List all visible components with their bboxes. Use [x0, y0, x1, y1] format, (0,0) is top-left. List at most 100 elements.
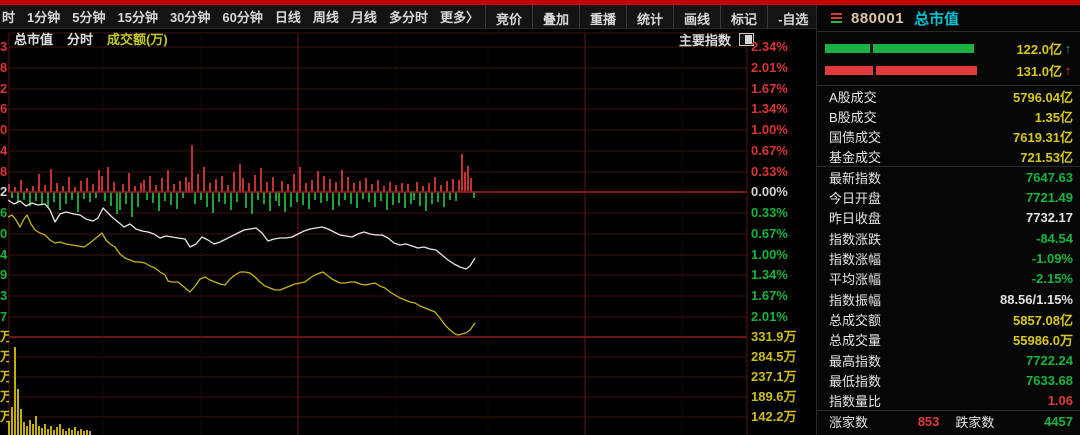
- y-axis-percent-label: 0.00%: [751, 184, 813, 200]
- stat-value: 55986.0万: [1013, 330, 1073, 349]
- y-axis-left-clipped-label: 0: [0, 226, 9, 242]
- period-tab-4[interactable]: 30分钟: [164, 7, 216, 26]
- stat-row-6: 昨日收盘 7732.17: [817, 208, 1080, 228]
- money-flow-row-1: 131.0亿↑: [825, 59, 1074, 81]
- stat-label: 指数量比: [829, 391, 881, 410]
- period-tab-1[interactable]: 1分钟: [21, 7, 66, 26]
- y-axis-percent-label: 2.01%: [751, 309, 813, 325]
- y-axis-volume-label: 284.5万: [751, 349, 813, 365]
- stat-label: 最低指数: [829, 371, 881, 390]
- y-axis-left-clipped-label: 2: [0, 184, 9, 200]
- stat-label: 指数涨幅: [829, 249, 881, 268]
- y-axis-left-clipped-label: 3: [0, 288, 9, 304]
- stat-label: 指数涨跌: [829, 229, 881, 248]
- stat-value: -84.54: [1036, 231, 1073, 246]
- panel-header[interactable]: 880001 总市值: [817, 5, 1080, 32]
- y-axis-left-clipped-label: 7: [0, 309, 9, 325]
- tool-button-0[interactable]: 竞价: [486, 5, 533, 29]
- stat-row-9: 平均涨幅-2.15%: [817, 269, 1080, 289]
- chart-tab-2[interactable]: 成交额(万): [107, 29, 168, 48]
- period-tab-0[interactable]: 时: [0, 7, 21, 26]
- stat-label: A股成交: [829, 87, 877, 106]
- tool-button-6[interactable]: -自选: [768, 5, 819, 29]
- stat-label: 基金成交: [829, 147, 881, 166]
- chart-tab-1[interactable]: 分时: [67, 29, 93, 48]
- y-axis-left-clipped-label: 3: [0, 39, 9, 55]
- y-axis-percent-label: 2.01%: [751, 60, 813, 76]
- index-info-panel: 880001 总市值 122.0亿↑131.0亿↑ A股成交5796.04亿B股…: [816, 5, 1080, 435]
- y-axis-left-clipped-label: 0: [0, 122, 9, 138]
- outflow-bar: [825, 66, 977, 75]
- stat-row-11: 总成交额5857.08亿: [817, 309, 1080, 329]
- y-axis-left-clipped-volume-label: 万: [0, 349, 9, 365]
- tool-button-2[interactable]: 重播: [580, 5, 627, 29]
- stat-label: 国债成交: [829, 127, 881, 146]
- app-window: 时1分钟5分钟15分钟30分钟60分钟日线周线月线多分时更多〉 竞价叠加重播统计…: [0, 0, 1080, 435]
- money-flow-value: 122.0亿: [1016, 39, 1062, 58]
- stat-label: 指数振幅: [829, 290, 881, 309]
- main-indices-label: 主要指数: [679, 30, 731, 49]
- y-axis-volume-label: 189.6万: [751, 389, 813, 405]
- period-tab-2[interactable]: 5分钟: [66, 7, 111, 26]
- stat-row-15: 指数量比1.06: [817, 390, 1080, 410]
- stat-row-7: 指数涨跌 -84.54: [817, 228, 1080, 248]
- stat-row-8: 指数涨幅-1.09%: [817, 248, 1080, 268]
- stat-label: 最新指数: [829, 168, 881, 187]
- money-flow-value: 131.0亿: [1016, 61, 1062, 80]
- y-axis-percent-label: 1.34%: [751, 101, 813, 117]
- y-axis-percent-label: 1.67%: [751, 81, 813, 97]
- tool-button-4[interactable]: 画线: [674, 5, 721, 29]
- stat-value: 1.35亿: [1035, 107, 1073, 126]
- y-axis-volume-label: 237.1万: [751, 369, 813, 385]
- chart-tab-0[interactable]: 总市值: [14, 29, 53, 48]
- y-axis-percent-label: 1.67%: [751, 288, 813, 304]
- intraday-chart[interactable]: [0, 0, 816, 435]
- money-flow-row-0: 122.0亿↑: [825, 37, 1074, 59]
- stat-row-12: 总成交量 55986.0万: [817, 330, 1080, 350]
- stat-value: 5857.08亿: [1013, 310, 1073, 329]
- y-axis-percent-label: 0.33%: [751, 205, 813, 221]
- stat-value: 88.56/1.15%: [1000, 292, 1073, 307]
- period-tab-9[interactable]: 多分时: [383, 7, 434, 26]
- y-axis-left-clipped-volume-label: 万: [0, 389, 9, 405]
- period-tab-3[interactable]: 15分钟: [111, 7, 163, 26]
- stat-value: 7647.63: [1026, 170, 1073, 185]
- tool-button-1[interactable]: 叠加: [533, 5, 580, 29]
- stat-label: 总成交量: [829, 330, 881, 349]
- y-axis-left-clipped-volume-label: 万: [0, 369, 9, 385]
- y-axis-left-clipped-label: 8: [0, 60, 9, 76]
- period-tab-8[interactable]: 月线: [345, 7, 383, 26]
- money-flow-bars: 122.0亿↑131.0亿↑: [817, 32, 1080, 86]
- period-tab-10[interactable]: 更多〉: [434, 7, 485, 26]
- arrow-up-icon: ↑: [1062, 63, 1074, 78]
- y-axis-left-clipped-label: 6: [0, 205, 9, 221]
- chart-tab-group: 总市值分时成交额(万): [0, 29, 168, 48]
- stat-label: 今日开盘: [829, 188, 881, 207]
- tool-button-5[interactable]: 标记: [721, 5, 768, 29]
- stat-label: B股成交: [829, 107, 877, 126]
- y-axis-left-clipped-label: 4: [0, 143, 9, 159]
- y-axis-volume-label: 331.9万: [751, 329, 813, 345]
- period-tab-7[interactable]: 周线: [307, 7, 345, 26]
- tool-button-3[interactable]: 统计: [627, 5, 674, 29]
- quote-list-icon[interactable]: [831, 13, 842, 23]
- decliners-label: 跌家数: [955, 412, 994, 431]
- y-axis-volume-label: 142.2万: [751, 409, 813, 425]
- y-axis-percent-label: 0.33%: [751, 164, 813, 180]
- decliners-count: 4457: [1044, 414, 1073, 429]
- stat-value: 721.53亿: [1020, 147, 1073, 166]
- period-tab-5[interactable]: 60分钟: [216, 7, 268, 26]
- arrow-up-icon: ↑: [1062, 41, 1074, 56]
- period-tab-group: 时1分钟5分钟15分钟30分钟60分钟日线周线月线多分时更多〉: [0, 7, 485, 26]
- y-axis-left-clipped-volume-label: 万: [0, 329, 9, 345]
- stat-row-10: 指数振幅 88.56/1.15%: [817, 289, 1080, 309]
- stat-value: 5796.04亿: [1013, 87, 1073, 106]
- y-axis-percent-label: 2.34%: [751, 39, 813, 55]
- stat-row-5: 今日开盘7721.49: [817, 187, 1080, 207]
- stat-label: 昨日收盘: [829, 208, 881, 227]
- main-indices-toggle[interactable]: 主要指数: [679, 30, 754, 49]
- y-axis-left-clipped-label: 2: [0, 81, 9, 97]
- stat-value: 7732.17: [1026, 210, 1073, 225]
- period-tab-6[interactable]: 日线: [269, 7, 307, 26]
- stat-row-13: 最高指数7722.24: [817, 350, 1080, 370]
